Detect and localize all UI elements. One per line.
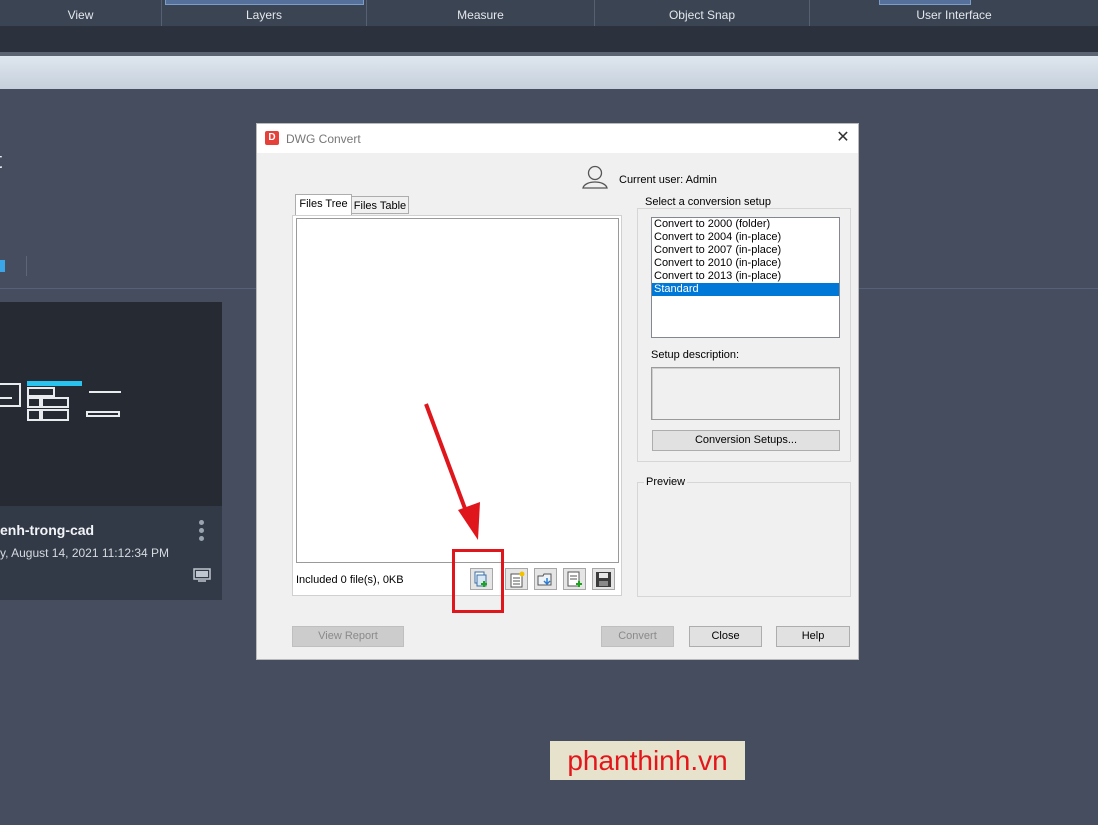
ribbon-tab-view[interactable]: View	[0, 0, 162, 26]
preview-label: Preview	[644, 476, 688, 488]
list-item-selected[interactable]: Standard	[652, 283, 839, 296]
view-toggle-icon[interactable]	[0, 260, 5, 272]
ribbon-tab-label: Object Snap	[668, 8, 736, 22]
files-status-text: Included 0 file(s), 0KB	[296, 574, 404, 586]
new-file-list-button[interactable]	[505, 568, 528, 590]
recent-file-card[interactable]: enh-trong-cad y, August 14, 2021 11:12:3…	[0, 302, 222, 600]
more-options-icon[interactable]	[198, 520, 206, 544]
close-icon[interactable]: ✕	[833, 128, 853, 148]
watermark: phanthinh.vn	[550, 741, 745, 780]
user-icon	[582, 165, 608, 189]
dwg-convert-dialog: D DWG Convert ✕ Current user: Admin File…	[256, 123, 859, 660]
setup-description-box	[651, 367, 840, 420]
open-file-list-button[interactable]	[534, 568, 557, 590]
ribbon-tab-measure[interactable]: Measure	[367, 0, 595, 26]
ribbon-tab-label: User Interface	[916, 8, 992, 22]
ribbon-tab-label: Layers	[245, 8, 283, 22]
current-user-label: Current user: Admin	[619, 174, 717, 186]
list-item[interactable]: Convert to 2007 (in-place)	[652, 244, 839, 257]
setup-description-label: Setup description:	[651, 349, 740, 361]
divider	[26, 256, 27, 276]
drawing-thumbnail	[0, 302, 222, 506]
tab-files-tree[interactable]: Files Tree	[295, 194, 352, 215]
app-logo-icon: D	[265, 131, 279, 145]
new-list-icon	[510, 571, 525, 588]
recent-file-date: y, August 14, 2021 11:12:34 PM	[0, 546, 170, 560]
preview-group	[637, 482, 851, 597]
ribbon-tab-label: View	[67, 8, 94, 22]
append-list-icon	[567, 571, 582, 587]
annotation-highlight-box	[452, 549, 504, 613]
list-item[interactable]: Convert to 2000 (folder)	[652, 218, 839, 231]
save-file-list-button[interactable]	[592, 568, 615, 590]
save-icon	[596, 572, 611, 587]
ribbon-active-indicator	[879, 0, 971, 5]
list-item[interactable]: Convert to 2010 (in-place)	[652, 257, 839, 270]
open-list-icon	[537, 573, 552, 586]
monitor-icon	[193, 568, 211, 582]
ribbon-tab-label: Measure	[457, 8, 504, 22]
page-heading: t	[0, 148, 2, 174]
conversion-setups-button[interactable]: Conversion Setups...	[652, 430, 840, 451]
conversion-setup-label: Select a conversion setup	[643, 196, 773, 208]
dialog-title: DWG Convert	[286, 132, 361, 146]
convert-button[interactable]: Convert	[601, 626, 674, 647]
close-button[interactable]: Close	[689, 626, 762, 647]
ribbon-tab-bar: View Layers Measure Object Snap User Int…	[0, 0, 1098, 27]
recent-file-name: enh-trong-cad	[0, 522, 95, 538]
tab-label: Files Tree	[299, 198, 348, 210]
help-button[interactable]: Help	[776, 626, 850, 647]
conversion-setup-list[interactable]: Convert to 2000 (folder) Convert to 2004…	[651, 217, 840, 338]
list-item[interactable]: Convert to 2004 (in-place)	[652, 231, 839, 244]
drawing-preview-icon	[0, 381, 121, 421]
view-report-button[interactable]: View Report	[292, 626, 404, 647]
dialog-titlebar[interactable]: D DWG Convert ✕	[257, 124, 858, 153]
list-item[interactable]: Convert to 2013 (in-place)	[652, 270, 839, 283]
file-tab-bar	[0, 56, 1098, 89]
ribbon-tab-object-snap[interactable]: Object Snap	[595, 0, 810, 26]
append-file-list-button[interactable]	[563, 568, 586, 590]
tab-files-table[interactable]: Files Table	[351, 196, 409, 214]
tab-label: Files Table	[353, 200, 407, 212]
annotation-arrow-icon	[424, 403, 480, 540]
ribbon-active-indicator	[165, 0, 364, 5]
toolbar-strip	[0, 27, 1098, 52]
